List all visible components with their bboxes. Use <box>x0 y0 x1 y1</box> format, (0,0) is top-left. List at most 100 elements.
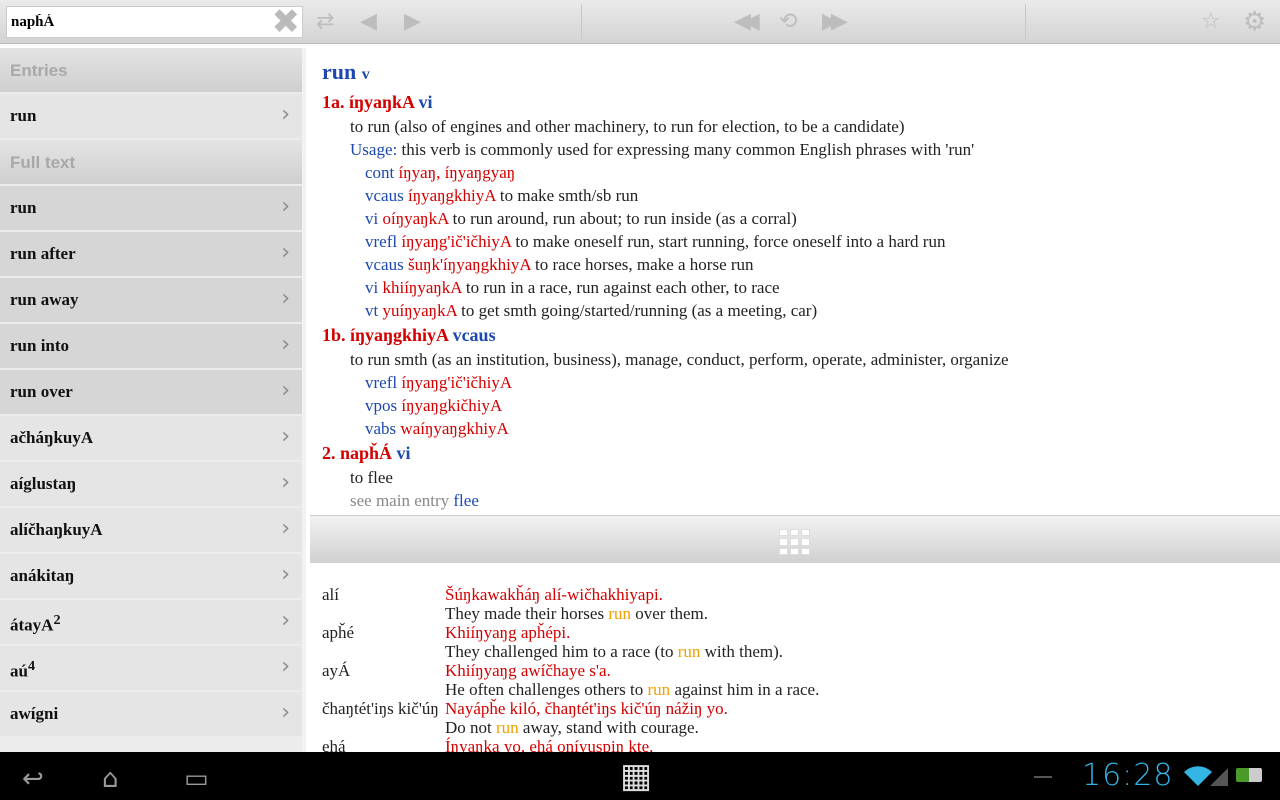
list-item[interactable]: run away › <box>0 278 302 322</box>
examples-list: alí Šúŋkawakȟáŋ alí-wičhakhiyapi. They mad… <box>310 563 1280 752</box>
definition-text: to make smth/sb run <box>495 186 639 205</box>
example-text: against him in a race. <box>670 680 820 699</box>
definition-line: vrefl íŋyaŋg'ič'ičhiyA to make oneself r… <box>322 230 1268 253</box>
star-icon[interactable]: ☆ <box>1201 8 1221 36</box>
example-lakota: Khiíŋyaŋg apȟépi. <box>445 623 571 642</box>
example-lakota: Íŋyaŋka yo, ehá oníyuspiŋ kte. <box>445 737 654 752</box>
list-item[interactable]: run over › <box>0 370 302 414</box>
grammar-label: Usage: <box>350 140 402 159</box>
list-item[interactable]: run into › <box>0 324 302 368</box>
highlight-term: run <box>496 718 519 737</box>
grammar-label: vi <box>365 209 383 228</box>
grammar-label: vi <box>365 278 383 297</box>
example-word: apȟé <box>322 623 355 642</box>
definition-line: to run (also of engines and other machin… <box>322 115 1268 138</box>
list-item[interactable]: aú4 › <box>0 646 302 690</box>
example-text: over them. <box>631 604 708 623</box>
example-english: They challenged him to a race (to run wi… <box>445 642 783 661</box>
forward-icon[interactable]: ▶ <box>404 8 421 36</box>
lakota-term: waíŋyaŋgkhiyA <box>400 419 509 438</box>
list-item[interactable]: átayA2 › <box>0 600 302 644</box>
example-text: They challenged him to a race (to <box>445 642 678 661</box>
list-item-label: ačháŋkuyA <box>10 428 94 447</box>
sense-heading: 1b. íŋyaŋgkhiyA vcaus <box>322 322 1268 348</box>
lakota-term: khiíŋyaŋkA <box>382 278 462 297</box>
definition-line: vrefl íŋyaŋg'ič'ičhiyA <box>322 371 1268 394</box>
back-nav-icon[interactable]: ↩ <box>22 764 44 794</box>
example-word: ehá <box>322 737 346 752</box>
back-icon[interactable]: ◀ <box>360 8 377 36</box>
chevron-right-icon: › <box>281 424 290 449</box>
entry-view: run v 1a. íŋyaŋkA vi to run (also of engi… <box>310 48 1280 515</box>
list-item[interactable]: alíčhaŋkuyA › <box>0 508 302 552</box>
grammar-label: vi <box>418 92 433 112</box>
definition-text: to race horses, make a horse run <box>530 255 754 274</box>
list-item[interactable]: awígni › <box>0 692 302 736</box>
home-nav-icon[interactable]: ⌂ <box>102 764 119 794</box>
grammar-label: vpos <box>365 396 402 415</box>
lakota-term: íŋyaŋgkičhiyA <box>401 396 503 415</box>
lakota-term: yuíŋyaŋkA <box>382 301 457 320</box>
grammar-label: vrefl <box>365 232 402 251</box>
list-item-label: run <box>10 198 37 217</box>
grammar-label: vcaus <box>365 186 408 205</box>
example-row: čhaŋtét'iŋs kič'úŋ Nayápȟe kiló, čhaŋtét'… <box>310 699 1280 737</box>
sync-icon[interactable]: ⇄ <box>316 8 334 36</box>
notification-icon <box>1034 776 1052 778</box>
recent-apps-icon[interactable]: ▭ <box>184 764 209 794</box>
definition-line: vi khiíŋyaŋkA to run in a race, run agai… <box>322 276 1268 299</box>
list-item-label: run over <box>10 382 73 401</box>
example-word: čhaŋtét'iŋs kič'úŋ <box>322 699 439 718</box>
list-item[interactable]: anákitaŋ › <box>0 554 302 598</box>
definition-text: to run in a race, run against each other… <box>461 278 780 297</box>
gear-icon[interactable]: ⚙ <box>1243 8 1266 36</box>
example-english: He often challenges others to run agains… <box>445 680 819 699</box>
apps-icon[interactable]: ▦ <box>620 756 652 796</box>
definition-text: to run around, run about; to run inside … <box>448 209 797 228</box>
list-item-label: átayA <box>10 615 54 635</box>
list-item[interactable]: run › <box>0 186 302 230</box>
history-icon[interactable]: ⟲ <box>779 8 797 36</box>
example-lakota: Šúŋkawakȟáŋ alí-wičhakhiyapi. <box>445 585 663 604</box>
history-back-icon[interactable]: ◀◀ <box>734 8 760 36</box>
list-item-label: anákitaŋ <box>10 566 75 585</box>
highlight-term: run <box>647 680 671 699</box>
example-english: They made their horses run over them. <box>445 604 708 623</box>
entries-header: Entries <box>0 48 302 92</box>
definition-text: this verb is commonly used for expressin… <box>401 140 975 159</box>
list-item-label: aíglustaŋ <box>10 474 77 493</box>
list-item[interactable]: ačháŋkuyA › <box>0 416 302 460</box>
clear-search-icon[interactable]: ✖ <box>272 5 301 39</box>
system-bar: ↩ ⌂ ▭ ▦ 16:28 <box>0 752 1280 800</box>
definition-text: see main entry <box>350 491 454 510</box>
toolbar: ✖ ⇄ ◀ ▶ ◀◀ ⟲ ▶▶ ☆ ⚙ <box>0 0 1280 44</box>
highlight-term: run <box>608 604 632 623</box>
grid-handle-icon[interactable] <box>779 529 810 555</box>
chevron-right-icon: › <box>281 378 290 403</box>
search-input[interactable] <box>7 7 257 37</box>
grammar-label: vcaus <box>452 325 496 345</box>
example-text: Do not <box>445 718 496 737</box>
results-sidebar: Entries run › Full text run › run after › run… <box>0 48 306 752</box>
lakota-term: íŋyaŋg'ič'ičhiyA <box>401 373 513 392</box>
list-item[interactable]: aíglustaŋ › <box>0 462 302 506</box>
lakota-term: íŋyaŋgkhiyA <box>407 186 496 205</box>
chevron-right-icon: › <box>281 700 290 725</box>
pane-splitter[interactable] <box>310 515 1280 563</box>
lakota-term: 1a. íŋyaŋkA <box>322 92 419 112</box>
grammar-label: vt <box>365 301 383 320</box>
definition-line: vcaus šuŋk'íŋyaŋgkhiyA to race horses, m… <box>322 253 1268 276</box>
grammar-label[interactable]: flee <box>453 491 478 510</box>
list-item[interactable]: run › <box>0 94 302 138</box>
divider <box>581 4 582 40</box>
chevron-right-icon: › <box>281 102 290 127</box>
list-item-label: run into <box>10 336 70 355</box>
lakota-term: 2. napȟÁ <box>322 443 397 463</box>
entry-headword: run v <box>322 58 1268 89</box>
lakota-term: íŋyaŋg'ič'ičhiyA <box>401 232 512 251</box>
history-forward-icon[interactable]: ▶▶ <box>822 8 848 36</box>
example-row: ehá Íŋyaŋka yo, ehá oníyuspiŋ kte. <box>310 737 1280 752</box>
list-item[interactable]: run after › <box>0 232 302 276</box>
list-item-label: awígni <box>10 704 59 723</box>
chevron-right-icon: › <box>281 240 290 265</box>
